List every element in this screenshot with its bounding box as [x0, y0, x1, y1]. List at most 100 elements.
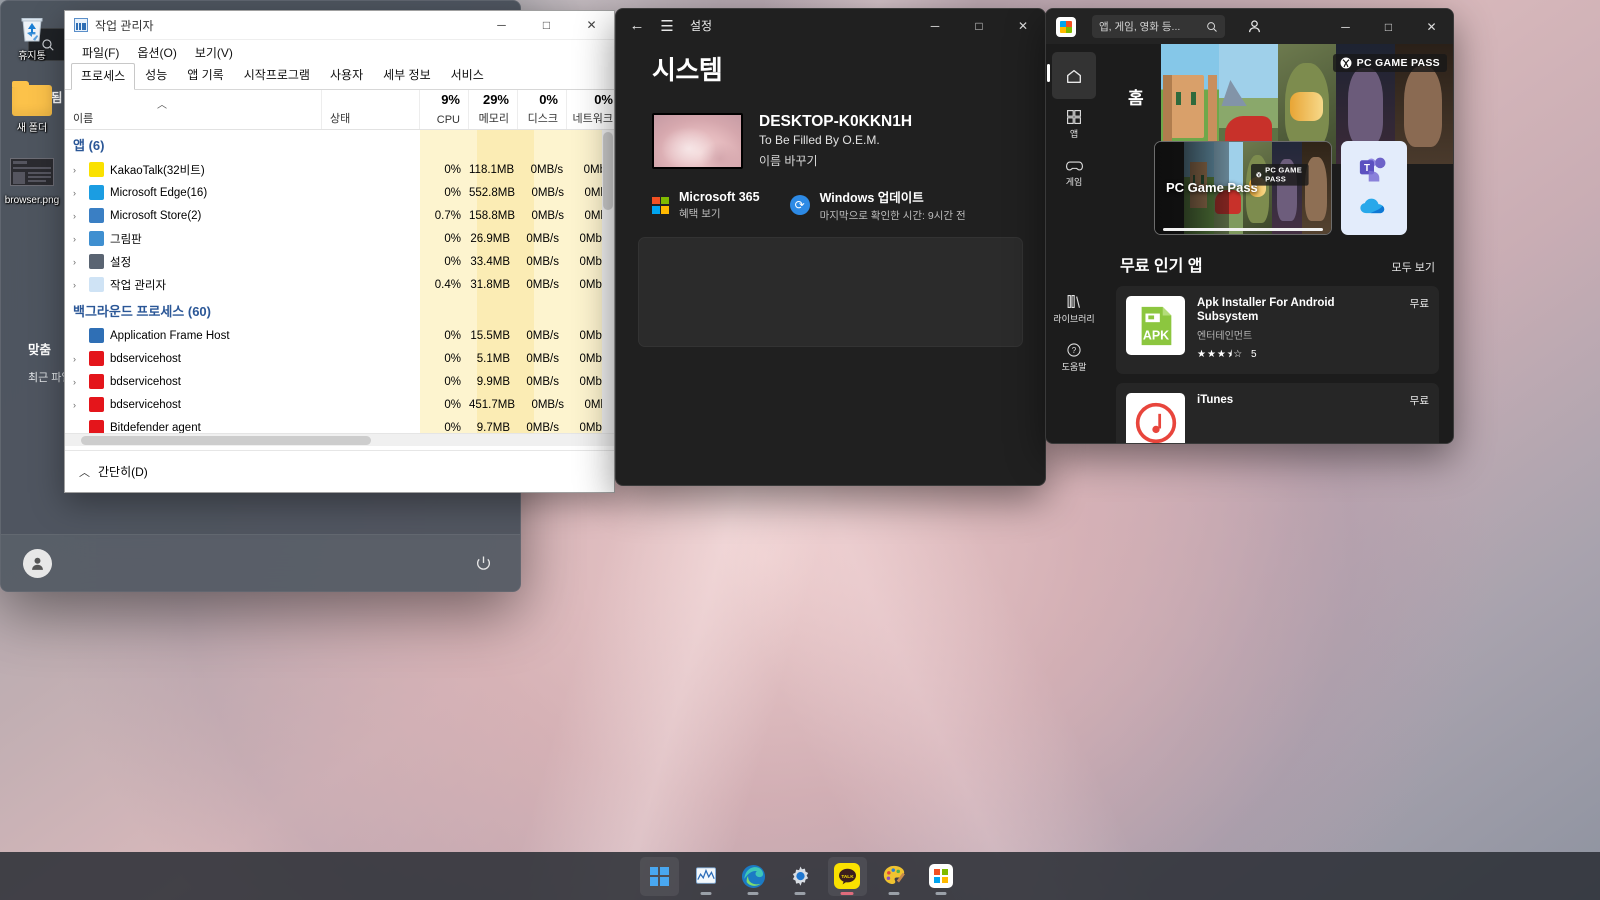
start-button[interactable] [639, 856, 679, 896]
power-button[interactable] [468, 548, 498, 578]
column-status[interactable]: 상태 [322, 90, 420, 129]
close-button[interactable]: ✕ [1001, 9, 1045, 42]
store-titlebar[interactable]: 앱, 게임, 영화 등... ─ □ ✕ [1046, 9, 1453, 44]
column-name[interactable]: ︿ 이름 [65, 90, 322, 129]
see-all-link[interactable]: 모두 보기 [1391, 259, 1435, 275]
process-group-apps[interactable]: 앱 (6) [65, 130, 614, 158]
task-manager-icon [74, 18, 88, 32]
kakaotalk-taskbar-button[interactable]: TALK [827, 856, 867, 896]
maximize-button[interactable]: □ [524, 11, 569, 40]
microsoft-365-card[interactable]: Microsoft 365 혜택 보기 [652, 187, 760, 223]
close-button[interactable]: ✕ [569, 11, 614, 40]
minimize-button[interactable]: ─ [913, 9, 957, 42]
expand-chevron-icon[interactable]: › [73, 400, 89, 410]
settings-titlebar[interactable]: ← ☰ 설정 ─ □ ✕ [616, 9, 1045, 42]
store-taskbar-button[interactable] [922, 857, 961, 896]
menu-view[interactable]: 보기(V) [186, 42, 242, 63]
tile-caption: PC Game Pass [1166, 180, 1258, 195]
desktop-icon-browser-png[interactable]: browser.png [0, 152, 64, 206]
user-avatar-icon[interactable] [23, 548, 52, 578]
process-row[interactable]: › 그림판 0% 26.9MB 0MB/s 0Mbps [65, 227, 614, 250]
process-table-body[interactable]: 앱 (6) ›KakaoTalk(32비트)0%118.1MB0MB/s0Mbp… [65, 130, 614, 433]
app-rating: ★★★⯨☆ 5 [1197, 347, 1398, 364]
microsoft-365-tile[interactable]: T [1341, 141, 1407, 235]
edge-taskbar-button[interactable] [734, 857, 773, 896]
tab-startup[interactable]: 시작프로그램 [234, 62, 320, 89]
expand-chevron-icon[interactable]: › [73, 257, 89, 267]
expand-chevron-icon[interactable]: › [73, 280, 89, 290]
expand-chevron-icon[interactable]: › [73, 234, 89, 244]
process-list-scrollbar[interactable] [602, 130, 614, 433]
fewer-details-button[interactable]: 간단히(D) [98, 463, 148, 480]
process-group-background[interactable]: 백그라운드 프로세스 (60) [65, 296, 614, 324]
process-row[interactable]: Application Frame Host 0% 15.5MB 0MB/s 0Mbps [65, 324, 614, 347]
settings-taskbar-button[interactable] [781, 857, 820, 896]
taskbar[interactable]: TALK [0, 852, 1600, 900]
process-list-hscrollbar[interactable] [65, 433, 614, 446]
column-network[interactable]: 0% 네트워크 [567, 90, 622, 129]
task-manager-taskbar-button[interactable] [687, 857, 726, 896]
store-nav-gaming[interactable]: 게임 [1052, 150, 1096, 197]
process-row[interactable]: ›KakaoTalk(32비트)0%118.1MB0MB/s0Mbps [65, 158, 614, 181]
rename-device-link[interactable]: 이름 바꾸기 [759, 152, 912, 169]
store-app-row[interactable]: iTunes 무료 [1116, 383, 1439, 443]
windows-logo-icon [649, 866, 669, 886]
process-row[interactable]: ›Microsoft Store(2)0.7%158.8MB0MB/s0Mbps [65, 204, 614, 227]
column-disk[interactable]: 0% 디스크 [518, 90, 567, 129]
hamburger-menu-icon[interactable]: ☰ [652, 13, 682, 39]
badge-label: PC GAME PASS [1356, 57, 1440, 69]
menu-options[interactable]: 옵션(O) [128, 42, 185, 63]
store-home-heading: 홈 [1128, 89, 1144, 108]
column-cpu[interactable]: 9% CPU [420, 90, 469, 129]
expand-chevron-icon[interactable]: › [73, 165, 89, 175]
store-nav-home[interactable]: 홈 [1047, 52, 1096, 99]
app-title: Apk Installer For Android Subsystem [1197, 297, 1335, 323]
microsoft-store-window[interactable]: 앱, 게임, 영화 등... ─ □ ✕ 홈 [1045, 8, 1454, 444]
process-disk: 0MB/s [526, 255, 559, 268]
maximize-button[interactable]: □ [957, 9, 1001, 42]
tab-app-history[interactable]: 앱 기록 [177, 62, 233, 89]
store-nav-library[interactable]: 라이브러리 [1052, 285, 1096, 332]
desktop-icon-new-folder[interactable]: 새 폴더 [0, 80, 64, 134]
expand-chevron-icon[interactable]: › [73, 188, 89, 198]
scrollbar-thumb[interactable] [603, 132, 613, 210]
maximize-button[interactable]: □ [1367, 9, 1410, 44]
tab-processes[interactable]: 프로세스 [71, 63, 136, 90]
tab-performance[interactable]: 성능 [135, 62, 177, 89]
tab-details[interactable]: 세부 정보 [373, 62, 441, 89]
store-nav-help[interactable]: ? 도움말 [1052, 334, 1096, 381]
store-nav-apps[interactable]: 앱 [1052, 101, 1096, 148]
process-row[interactable]: › 작업 관리자 0.4% 31.8MB 0MB/s 0Mbps [65, 273, 614, 296]
windows-update-card[interactable]: ⟳ Windows 업데이트 마지막으로 확인한 시간: 9시간 전 [789, 187, 966, 223]
settings-window[interactable]: ← ☰ 설정 ─ □ ✕ 시스템 DESKTOP-K0KKN1H To Be F… [615, 8, 1046, 486]
account-button[interactable] [1241, 15, 1267, 38]
pc-game-pass-tile[interactable]: PC GAME PASS PC Game Pass [1154, 141, 1332, 235]
task-manager-titlebar[interactable]: 작업 관리자 ─ □ ✕ [65, 11, 614, 40]
menu-file[interactable]: 파일(F) [73, 42, 128, 63]
column-memory[interactable]: 29% 메모리 [469, 90, 518, 129]
store-app-row[interactable]: APK Apk Installer For Android Subsystem … [1116, 286, 1439, 374]
desktop-icon-recycle-bin[interactable]: 휴지통 [0, 8, 64, 62]
expand-chevron-icon[interactable]: › [73, 211, 89, 221]
expand-chevron-icon[interactable]: › [73, 354, 89, 364]
process-row[interactable]: › 설정 0% 33.4MB 0MB/s 0Mbps [65, 250, 614, 273]
tab-services[interactable]: 서비스 [441, 62, 494, 89]
task-manager-window[interactable]: 작업 관리자 ─ □ ✕ 파일(F) 옵션(O) 보기(V) 프로세스 성능 앱… [64, 10, 622, 493]
close-button[interactable]: ✕ [1410, 9, 1453, 44]
process-memory: 9.7MB [476, 421, 510, 434]
expand-chevron-icon[interactable]: › [73, 377, 89, 387]
process-row[interactable]: › bdservicehost 0% 5.1MB 0MB/s 0Mbps [65, 347, 614, 370]
process-row[interactable]: ›bdservicehost0%451.7MB0MB/s0Mbps [65, 393, 614, 416]
process-row[interactable]: Bitdefender agent 0% 9.7MB 0MB/s 0Mbps [65, 416, 614, 433]
tab-users[interactable]: 사용자 [320, 62, 373, 89]
process-row[interactable]: ›Microsoft Edge(16)0%552.8MB0MB/s0Mbps [65, 181, 614, 204]
card-desc: 마지막으로 확인한 시간: 9시간 전 [819, 210, 966, 222]
process-row[interactable]: › bdservicehost 0% 9.9MB 0MB/s 0Mbps [65, 370, 614, 393]
store-search-input[interactable]: 앱, 게임, 영화 등... [1092, 15, 1225, 38]
minimize-button[interactable]: ─ [479, 11, 524, 40]
paint-taskbar-button[interactable] [875, 857, 914, 896]
back-arrow-icon[interactable]: ← [622, 13, 652, 39]
minimize-button[interactable]: ─ [1324, 9, 1367, 44]
hscrollbar-thumb[interactable] [81, 436, 371, 445]
running-indicator [935, 891, 947, 895]
